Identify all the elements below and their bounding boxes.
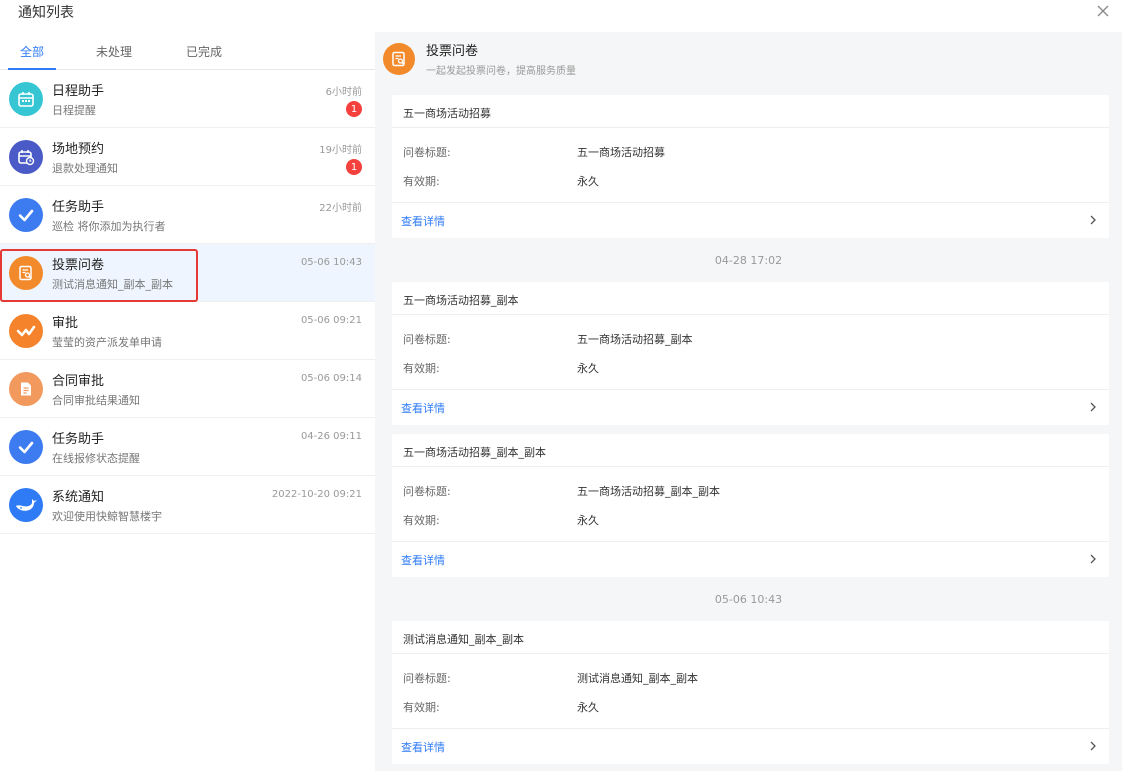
survey-title-label: 问卷标题: [403, 485, 451, 498]
item-subtitle: 合同审批结果通知 [52, 394, 140, 407]
card-title: 五一商场活动招募_副本 [403, 294, 519, 307]
divider [392, 653, 1109, 654]
item-name: 任务助手 [52, 432, 105, 447]
valid-label: 有效期: [403, 175, 440, 188]
item-time: 19小时前 [319, 145, 362, 156]
survey-title-value: 五一商场活动招募 [577, 146, 665, 159]
check-icon [9, 430, 43, 464]
unread-badge: 1 [346, 101, 362, 117]
survey-title-value: 五一商场活动招募_副本 [577, 333, 693, 346]
notification-detail-panel: 投票问卷 一起发起投票问卷，提高服务质量 五一商场活动招募 问卷标题: 五一商场… [375, 32, 1122, 771]
tab-completed[interactable]: 已完成 [186, 43, 222, 60]
whale-icon [9, 488, 43, 522]
item-subtitle: 日程提醒 [52, 104, 96, 117]
divider [392, 127, 1109, 128]
item-time: 05-06 10:43 [300, 257, 362, 268]
view-details-link[interactable]: 查看详情 [401, 552, 445, 568]
item-name: 投票问卷 [52, 258, 105, 273]
list-item[interactable]: 系统通知 欢迎使用快鲸智慧楼宇 2022-10-20 09:21 [0, 476, 375, 534]
notification-list-window: 通知列表 全部 未处理 已完成 日程助手 日程提醒 6小时前 1 场地预约 退款… [0, 0, 1122, 771]
chevron-right-icon[interactable] [1087, 553, 1099, 565]
item-time: 05-06 09:21 [300, 315, 362, 326]
valid-value: 永久 [577, 514, 599, 527]
calendar-clock-icon [9, 140, 43, 174]
card-title: 五一商场活动招募 [403, 107, 491, 120]
survey-title-value: 测试消息通知_副本_副本 [577, 672, 698, 685]
valid-value: 永久 [577, 701, 599, 714]
title-bar: 通知列表 [0, 0, 1122, 32]
list-item[interactable]: 任务助手 在线报修状态提醒 04-26 09:11 [0, 418, 375, 476]
detail-title: 投票问卷 [426, 44, 479, 59]
item-time: 05-06 09:14 [300, 373, 362, 384]
item-name: 系统通知 [52, 490, 105, 505]
card-title: 五一商场活动招募_副本_副本 [403, 446, 546, 459]
list-item-selected[interactable]: 投票问卷 测试消息通知_副本_副本 05-06 10:43 [0, 244, 375, 302]
item-subtitle: 退款处理通知 [52, 162, 118, 175]
item-time: 22小时前 [319, 203, 362, 214]
list-item[interactable]: 合同审批 合同审批结果通知 05-06 09:14 [0, 360, 375, 418]
survey-card: 五一商场活动招募_副本_副本 问卷标题: 五一商场活动招募_副本_副本 有效期:… [392, 434, 1109, 577]
detail-header: 投票问卷 一起发起投票问卷，提高服务质量 [375, 32, 1122, 84]
item-name: 合同审批 [52, 374, 105, 389]
timestamp: 05-06 10:43 [714, 593, 783, 606]
chevron-right-icon[interactable] [1087, 740, 1099, 752]
survey-title-label: 问卷标题: [403, 146, 451, 159]
item-name: 任务助手 [52, 200, 105, 215]
approval-icon [9, 314, 43, 348]
item-time: 6小时前 [325, 87, 362, 98]
view-details-link[interactable]: 查看详情 [401, 739, 445, 755]
valid-value: 永久 [577, 175, 599, 188]
item-time: 04-26 09:11 [300, 431, 362, 442]
divider [392, 202, 1109, 203]
item-subtitle: 莹莹的资产派发单申请 [52, 336, 162, 349]
check-icon [9, 198, 43, 232]
close-icon[interactable] [1092, 0, 1114, 22]
unread-badge: 1 [346, 159, 362, 175]
valid-label: 有效期: [403, 362, 440, 375]
survey-title-value: 五一商场活动招募_副本_副本 [577, 485, 720, 498]
notification-sidebar: 全部 未处理 已完成 日程助手 日程提醒 6小时前 1 场地预约 退款处理通知 … [0, 32, 375, 771]
notification-list: 日程助手 日程提醒 6小时前 1 场地预约 退款处理通知 19小时前 1 任务助… [0, 70, 375, 534]
chevron-right-icon[interactable] [1087, 214, 1099, 226]
item-subtitle: 测试消息通知_副本_副本 [52, 278, 173, 291]
item-subtitle: 巡检 将你添加为执行者 [52, 220, 166, 233]
detail-subtitle: 一起发起投票问卷，提高服务质量 [426, 66, 576, 77]
valid-value: 永久 [577, 362, 599, 375]
tab-pending[interactable]: 未处理 [96, 43, 132, 60]
valid-label: 有效期: [403, 514, 440, 527]
survey-icon [9, 256, 43, 290]
item-time: 2022-10-20 09:21 [271, 489, 362, 500]
divider [392, 541, 1109, 542]
timestamp: 04-28 17:02 [714, 254, 783, 267]
list-item[interactable]: 日程助手 日程提醒 6小时前 1 [0, 70, 375, 128]
chevron-right-icon[interactable] [1087, 401, 1099, 413]
survey-card: 五一商场活动招募 问卷标题: 五一商场活动招募 有效期: 永久 查看详情 [392, 95, 1109, 238]
view-details-link[interactable]: 查看详情 [401, 213, 445, 229]
tab-all[interactable]: 全部 [20, 43, 44, 60]
item-name: 审批 [52, 316, 79, 331]
divider [392, 389, 1109, 390]
item-subtitle: 在线报修状态提醒 [52, 452, 140, 465]
divider [392, 728, 1109, 729]
item-name: 场地预约 [52, 142, 105, 157]
item-subtitle: 欢迎使用快鲸智慧楼宇 [52, 510, 162, 523]
window-title: 通知列表 [18, 5, 74, 21]
view-details-link[interactable]: 查看详情 [401, 400, 445, 416]
item-name: 日程助手 [52, 84, 105, 99]
contract-icon [9, 372, 43, 406]
survey-title-label: 问卷标题: [403, 672, 451, 685]
valid-label: 有效期: [403, 701, 440, 714]
list-item[interactable]: 场地预约 退款处理通知 19小时前 1 [0, 128, 375, 186]
filter-tabs: 全部 未处理 已完成 [0, 32, 375, 70]
survey-card: 五一商场活动招募_副本 问卷标题: 五一商场活动招募_副本 有效期: 永久 查看… [392, 282, 1109, 425]
card-title: 测试消息通知_副本_副本 [403, 633, 524, 646]
list-item[interactable]: 审批 莹莹的资产派发单申请 05-06 09:21 [0, 302, 375, 360]
survey-card: 测试消息通知_副本_副本 问卷标题: 测试消息通知_副本_副本 有效期: 永久 … [392, 621, 1109, 764]
survey-icon [383, 43, 415, 75]
survey-title-label: 问卷标题: [403, 333, 451, 346]
divider [392, 466, 1109, 467]
calendar-icon [9, 82, 43, 116]
divider [392, 314, 1109, 315]
list-item[interactable]: 任务助手 巡检 将你添加为执行者 22小时前 [0, 186, 375, 244]
